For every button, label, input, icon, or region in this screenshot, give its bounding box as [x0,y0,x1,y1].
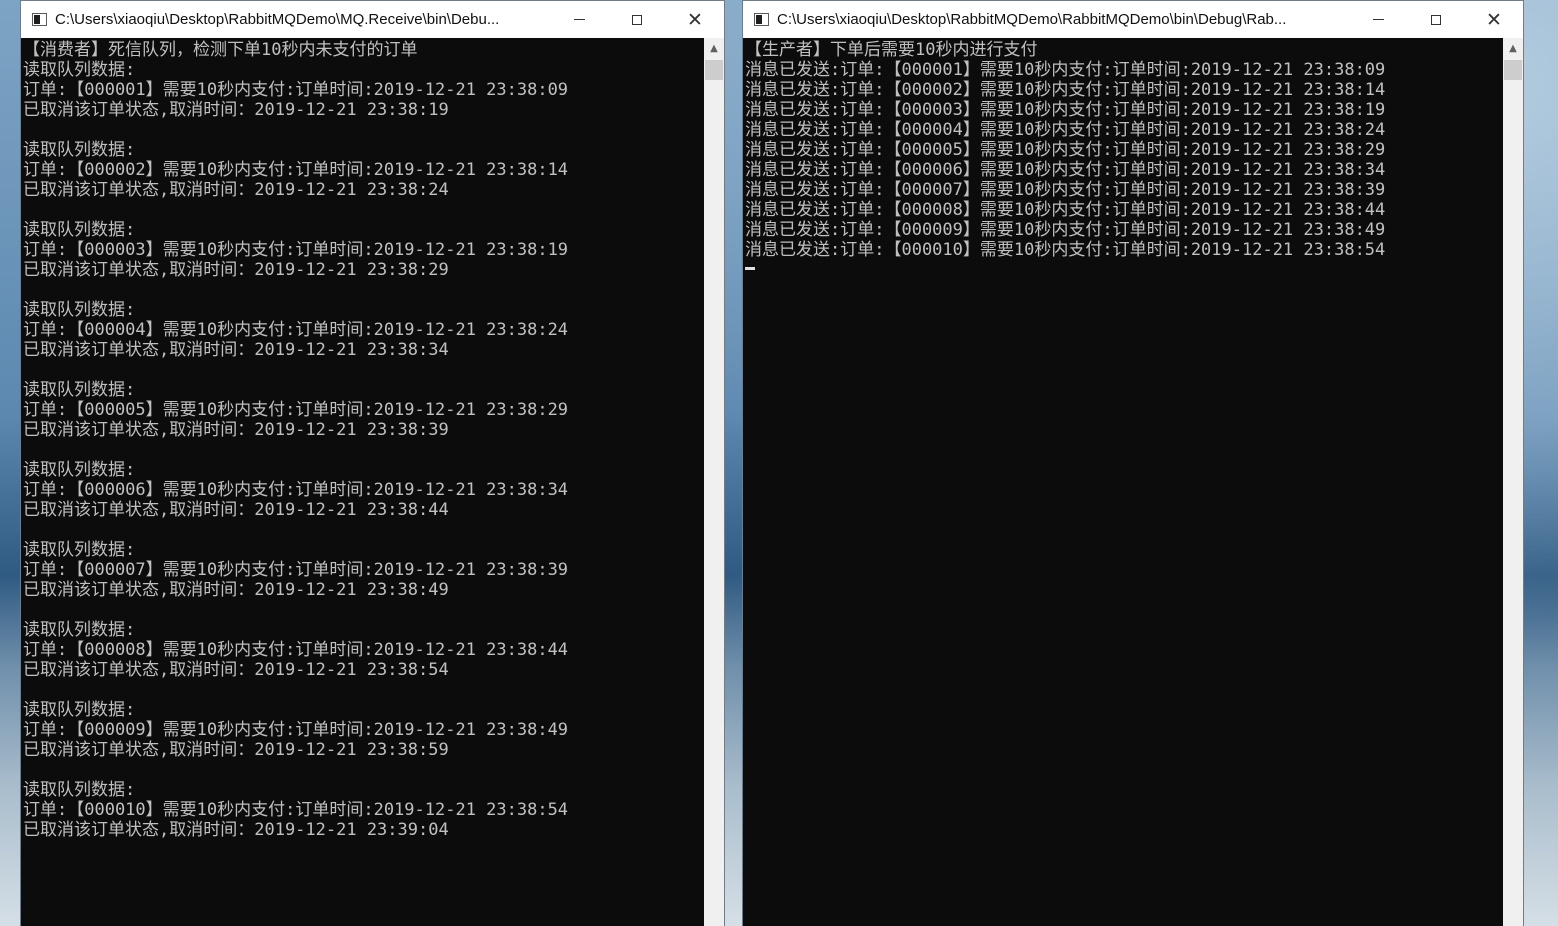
scroll-up-icon: ▲ [710,42,718,54]
scroll-up-icon: ▲ [1509,42,1517,54]
console-line: 消息已发送:订单:【000003】需要10秒内支付:订单时间:2019-12-2… [745,100,1386,120]
consumer-window-title: C:\Users\xiaoqiu\Desktop\RabbitMQDemo\MQ… [55,11,500,28]
console-line: 消息已发送:订单:【000005】需要10秒内支付:订单时间:2019-12-2… [745,140,1386,160]
scrollbar-thumb[interactable] [1504,60,1522,80]
close-icon: ✕ [1486,8,1502,31]
console-line: 读取队列数据: [23,540,136,560]
producer-window-controls: ✕ [1349,1,1523,38]
console-line: 订单:【000001】需要10秒内支付:订单时间:2019-12-21 23:3… [23,80,569,100]
scrollbar-thumb[interactable] [705,60,723,80]
consumer-scrollbar[interactable]: ▲ [704,38,724,926]
console-line: 【消费者】死信队列，检测下单10秒内未支付的订单 [23,40,418,60]
console-line: 已取消该订单状态,取消时间：2019-12-21 23:38:39 [23,420,449,440]
console-line: 已取消该订单状态,取消时间：2019-12-21 23:38:34 [23,340,449,360]
consumer-console-output[interactable]: 【消费者】死信队列，检测下单10秒内未支付的订单 读取队列数据: 订单:【00000… [21,38,704,926]
console-line: 消息已发送:订单:【000004】需要10秒内支付:订单时间:2019-12-2… [745,120,1386,140]
console-line: 已取消该订单状态,取消时间：2019-12-21 23:38:19 [23,100,449,120]
scroll-up-button[interactable]: ▲ [1503,38,1523,58]
console-line: 消息已发送:订单:【000008】需要10秒内支付:订单时间:2019-12-2… [745,200,1386,220]
consumer-titlebar[interactable]: C:\Users\xiaoqiu\Desktop\RabbitMQDemo\MQ… [21,1,724,38]
console-line: 读取队列数据: [23,460,136,480]
console-line: 读取队列数据: [23,780,136,800]
minimize-icon [1372,19,1384,20]
console-line: 订单:【000003】需要10秒内支付:订单时间:2019-12-21 23:3… [23,240,569,260]
console-line: 已取消该订单状态,取消时间：2019-12-21 23:39:04 [23,820,449,840]
producer-window-title: C:\Users\xiaoqiu\Desktop\RabbitMQDemo\Ra… [777,11,1287,28]
console-line: 消息已发送:订单:【000001】需要10秒内支付:订单时间:2019-12-2… [745,60,1386,80]
console-line: 读取队列数据: [23,620,136,640]
console-app-icon[interactable] [754,13,769,26]
console-line: 读取队列数据: [23,380,136,400]
console-app-icon[interactable] [32,13,47,26]
console-line: 消息已发送:订单:【000002】需要10秒内支付:订单时间:2019-12-2… [745,80,1386,100]
console-line: 订单:【000007】需要10秒内支付:订单时间:2019-12-21 23:3… [23,560,569,580]
maximize-button[interactable] [608,1,666,38]
producer-console-output[interactable]: 【生产者】下单后需要10秒内进行支付 消息已发送:订单:【000001】需要10秒… [743,38,1503,926]
producer-console-window[interactable]: C:\Users\xiaoqiu\Desktop\RabbitMQDemo\Ra… [742,0,1524,926]
scroll-up-button[interactable]: ▲ [704,38,724,58]
console-line: 消息已发送:订单:【000010】需要10秒内支付:订单时间:2019-12-2… [745,240,1386,260]
console-line: 订单:【000009】需要10秒内支付:订单时间:2019-12-21 23:3… [23,720,569,740]
maximize-icon [1431,14,1441,25]
console-line: 【生产者】下单后需要10秒内进行支付 [745,40,1038,60]
console-line: 订单:【000008】需要10秒内支付:订单时间:2019-12-21 23:3… [23,640,569,660]
producer-output-lines: 【生产者】下单后需要10秒内进行支付 消息已发送:订单:【000001】需要10秒… [743,38,1503,260]
close-button[interactable]: ✕ [666,1,724,38]
console-line: 读取队列数据: [23,140,136,160]
console-line: 读取队列数据: [23,60,136,80]
console-line: 读取队列数据: [23,700,136,720]
console-line: 订单:【000004】需要10秒内支付:订单时间:2019-12-21 23:3… [23,320,569,340]
consumer-window-controls: ✕ [550,1,724,38]
console-line: 消息已发送:订单:【000007】需要10秒内支付:订单时间:2019-12-2… [745,180,1386,200]
console-line: 已取消该订单状态,取消时间：2019-12-21 23:38:59 [23,740,449,760]
close-icon: ✕ [687,8,703,31]
minimize-button[interactable] [1349,1,1407,38]
consumer-console-window[interactable]: C:\Users\xiaoqiu\Desktop\RabbitMQDemo\MQ… [20,0,725,926]
console-line: 已取消该订单状态,取消时间：2019-12-21 23:38:44 [23,500,449,520]
maximize-icon [632,14,642,25]
console-line: 消息已发送:订单:【000009】需要10秒内支付:订单时间:2019-12-2… [745,220,1386,240]
console-line: 消息已发送:订单:【000006】需要10秒内支付:订单时间:2019-12-2… [745,160,1386,180]
console-line: 读取队列数据: [23,220,136,240]
console-line: 订单:【000002】需要10秒内支付:订单时间:2019-12-21 23:3… [23,160,569,180]
producer-scrollbar[interactable]: ▲ [1503,38,1523,926]
text-cursor [745,267,755,270]
close-button[interactable]: ✕ [1465,1,1523,38]
console-line: 订单:【000006】需要10秒内支付:订单时间:2019-12-21 23:3… [23,480,569,500]
maximize-button[interactable] [1407,1,1465,38]
console-line: 订单:【000005】需要10秒内支付:订单时间:2019-12-21 23:3… [23,400,569,420]
console-line: 订单:【000010】需要10秒内支付:订单时间:2019-12-21 23:3… [23,800,569,820]
console-line: 已取消该订单状态,取消时间：2019-12-21 23:38:54 [23,660,449,680]
producer-titlebar[interactable]: C:\Users\xiaoqiu\Desktop\RabbitMQDemo\Ra… [743,1,1523,38]
consumer-output-lines: 【消费者】死信队列，检测下单10秒内未支付的订单 读取队列数据: 订单:【00000… [21,38,704,840]
console-line: 已取消该订单状态,取消时间：2019-12-21 23:38:49 [23,580,449,600]
console-line: 已取消该订单状态,取消时间：2019-12-21 23:38:29 [23,260,449,280]
console-line: 已取消该订单状态,取消时间：2019-12-21 23:38:24 [23,180,449,200]
minimize-button[interactable] [550,1,608,38]
console-line: 读取队列数据: [23,300,136,320]
minimize-icon [573,19,585,20]
